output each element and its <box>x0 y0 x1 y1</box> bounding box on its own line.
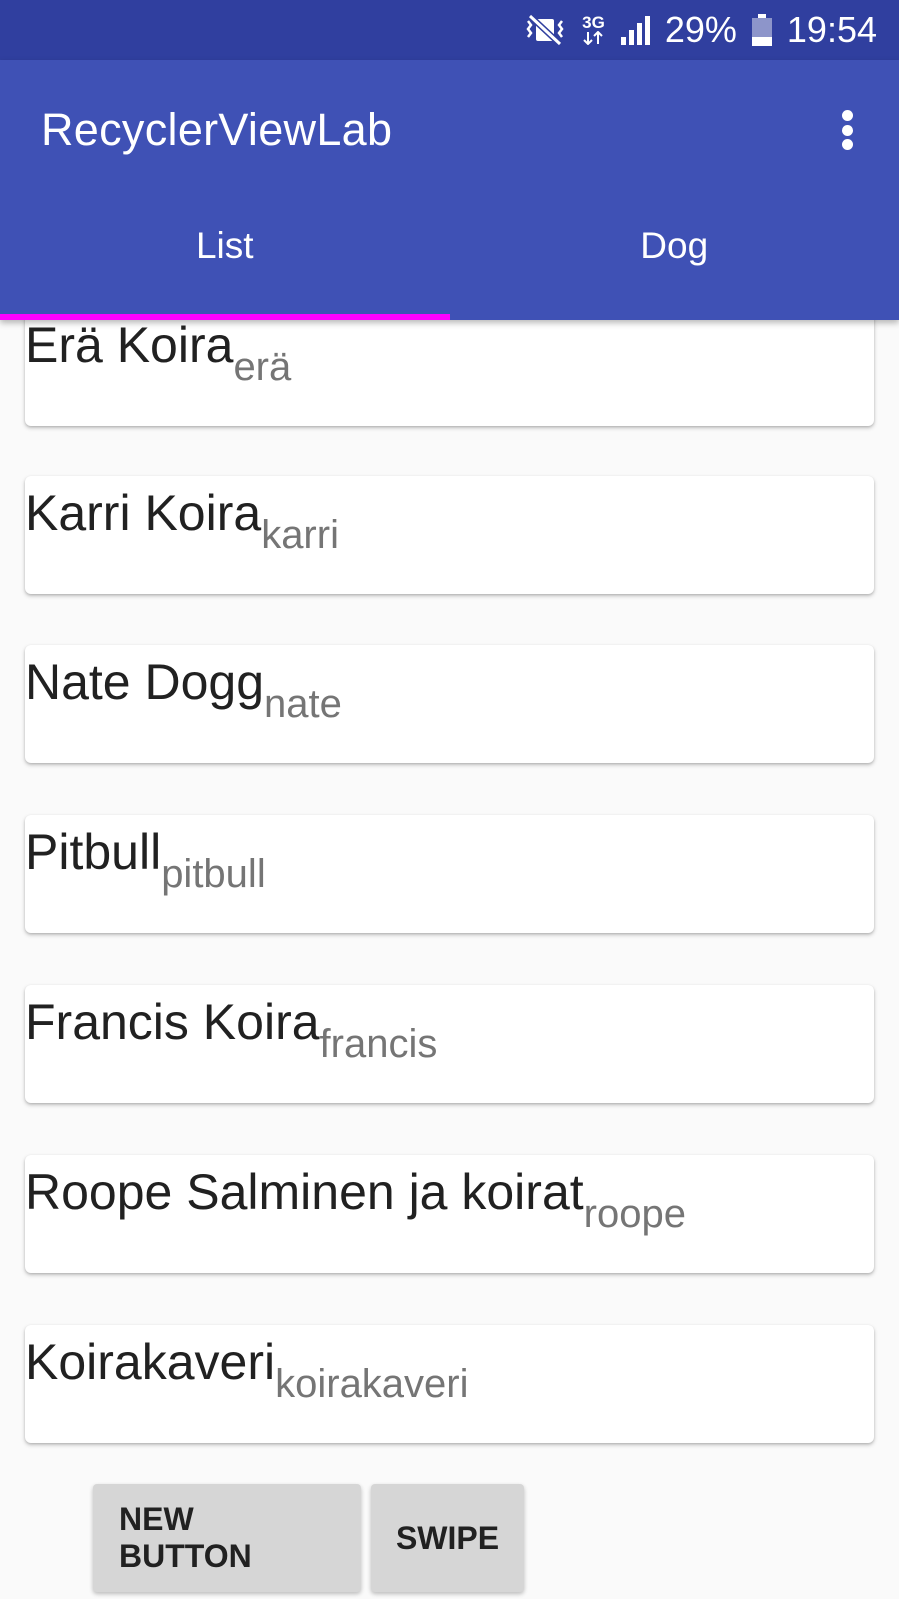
signal-icon <box>619 15 651 45</box>
item-subtitle: francis <box>319 1022 438 1066</box>
tab-dog[interactable]: Dog <box>450 190 899 320</box>
item-subtitle: pitbull <box>161 852 266 896</box>
item-name: Francis Koira <box>25 994 320 1050</box>
item-subtitle: nate <box>264 682 342 726</box>
tab-list-label: List <box>195 225 254 266</box>
list-item[interactable]: Pitbullpitbull <box>25 815 874 933</box>
tab-indicator <box>0 314 450 320</box>
list-item[interactable]: Karri Koirakarri <box>25 476 874 594</box>
network-3g-icon: 3G <box>582 13 605 45</box>
status-icons: 3G 29% 19:54 <box>522 0 877 60</box>
tab-dog-label: Dog <box>640 225 709 266</box>
swipe-button[interactable]: SWIPE <box>371 1484 524 1592</box>
list-item[interactable]: Francis Koirafrancis <box>25 985 874 1103</box>
list-item[interactable]: Roope Salminen ja koiratroope <box>25 1155 874 1273</box>
battery-icon <box>751 13 773 47</box>
button-row: NEW BUTTON SWIPE <box>93 1484 524 1592</box>
list-item[interactable]: Nate Doggnate <box>25 645 874 763</box>
item-subtitle: erä <box>233 345 292 389</box>
tab-list[interactable]: List <box>0 190 450 320</box>
item-name: Pitbull <box>25 824 162 880</box>
item-name: Koirakaveri <box>25 1334 276 1390</box>
item-name: Erä Koira <box>25 320 234 373</box>
app-title: RecyclerViewLab <box>41 104 393 155</box>
list-item[interactable]: Koirakaverikoirakaveri <box>25 1325 874 1443</box>
new-button[interactable]: NEW BUTTON <box>93 1484 361 1592</box>
network-type-label: 3G <box>582 13 605 32</box>
item-name: Nate Dogg <box>25 654 265 710</box>
app-bar: RecyclerViewLab List Dog <box>0 60 899 320</box>
more-vert-icon[interactable] <box>827 102 867 158</box>
dog-list[interactable]: Erä Koiraerä Karri Koirakarri Nate Doggn… <box>0 320 899 1470</box>
item-subtitle: koirakaveri <box>275 1362 469 1406</box>
list-item[interactable]: Erä Koiraerä <box>25 320 874 426</box>
status-time: 19:54 <box>786 9 877 50</box>
battery-percent: 29% <box>664 9 737 50</box>
item-subtitle: roope <box>583 1192 686 1236</box>
item-name: Karri Koira <box>25 485 262 541</box>
status-bar: 3G 29% 19:54 <box>0 0 899 60</box>
tab-bar: List Dog <box>0 190 899 320</box>
vibrate-icon <box>522 13 568 47</box>
item-subtitle: karri <box>261 513 339 557</box>
item-name: Roope Salminen ja koirat <box>25 1164 584 1220</box>
